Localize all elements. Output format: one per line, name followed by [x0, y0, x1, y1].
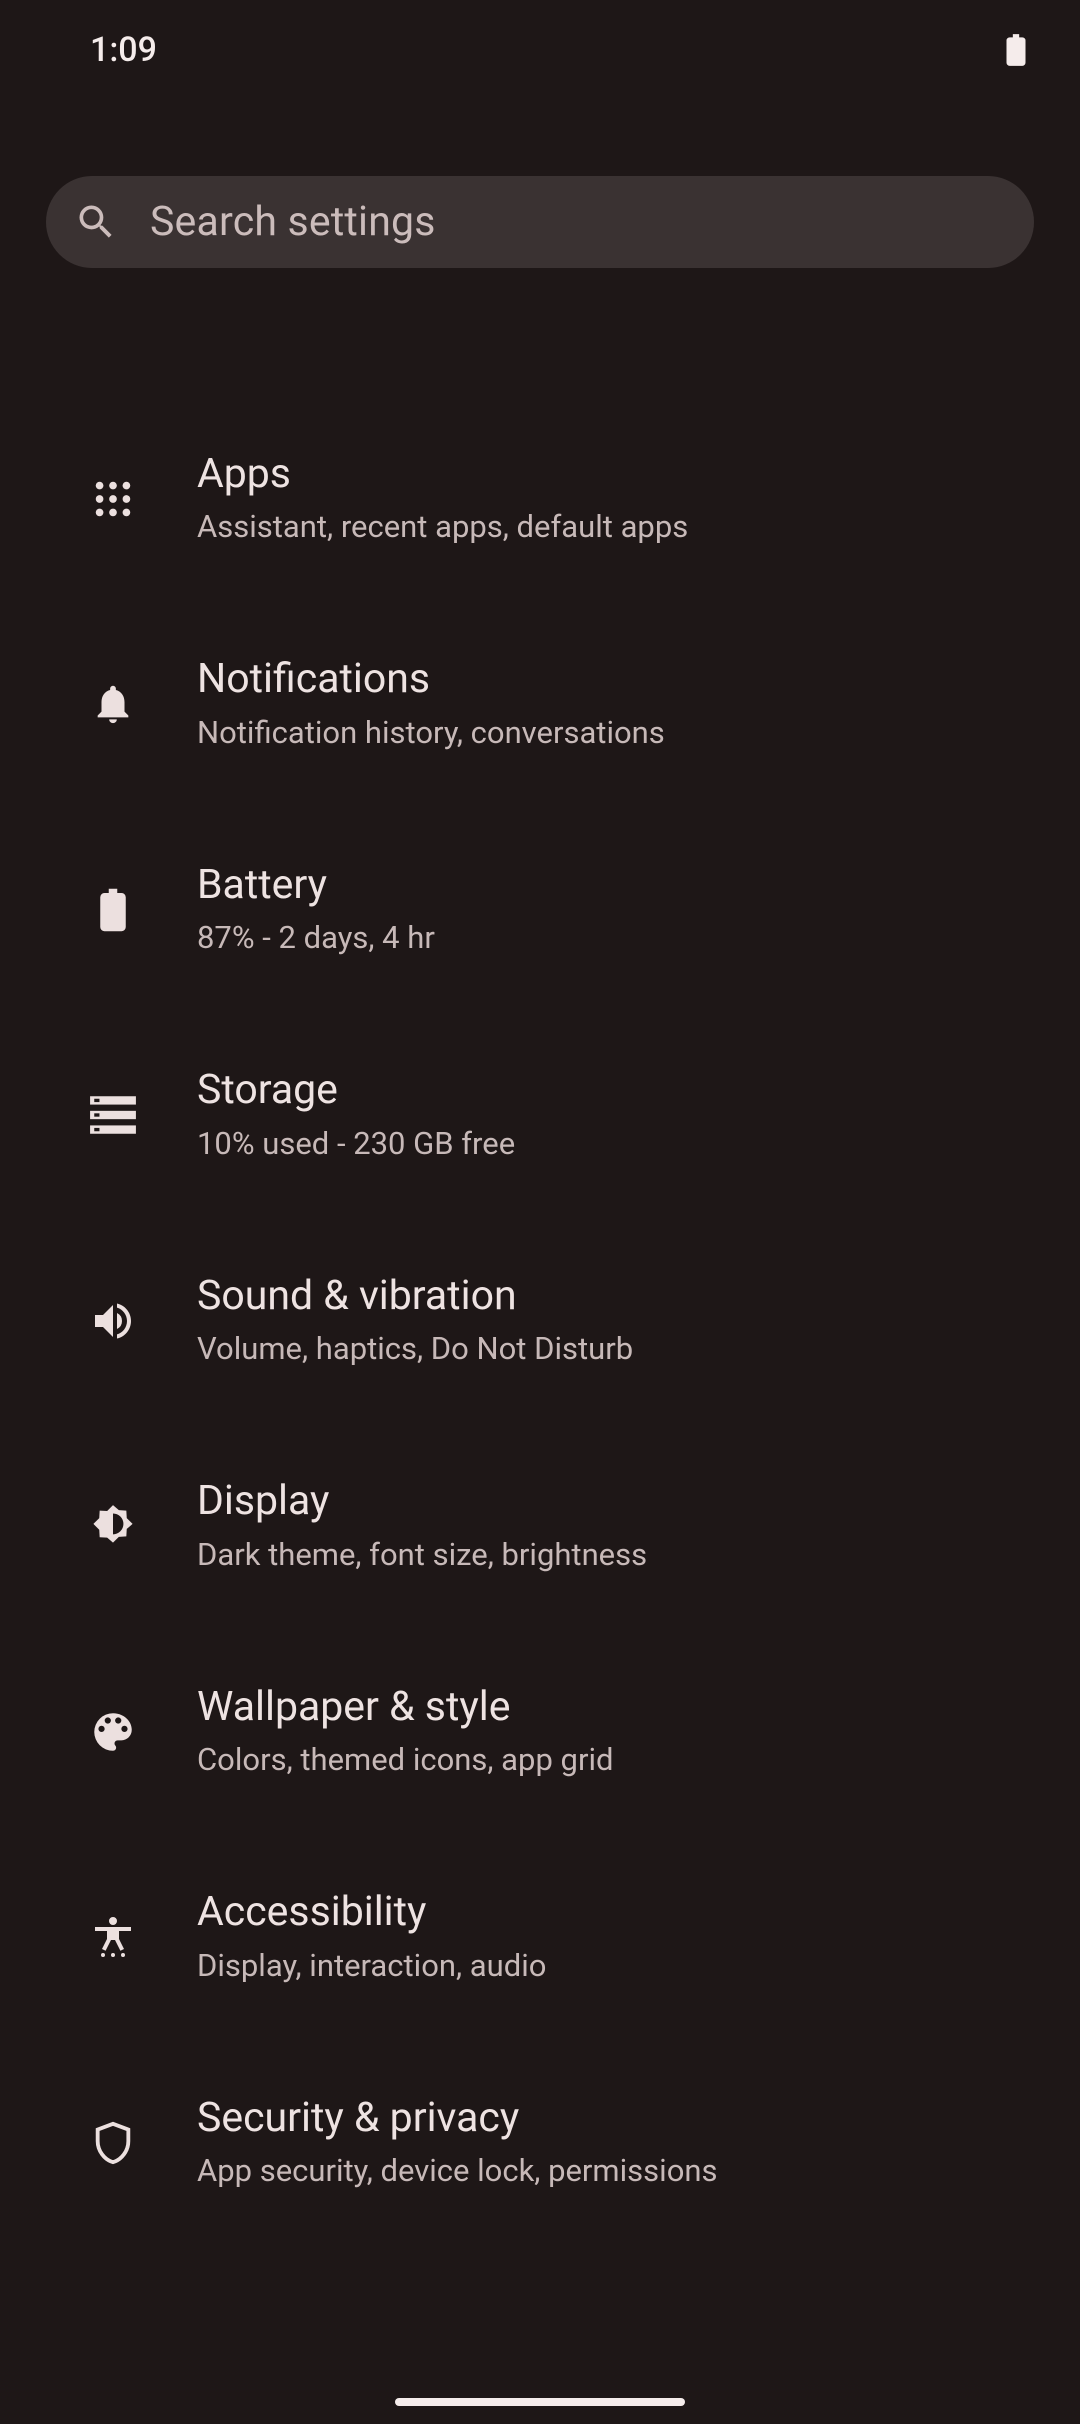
settings-item-subtitle: Dark theme, font size, brightness — [197, 1535, 1034, 1575]
settings-item-wallpaper[interactable]: Wallpaper & style Colors, themed icons, … — [0, 1629, 1080, 1834]
settings-item-display[interactable]: Display Dark theme, font size, brightnes… — [0, 1423, 1080, 1628]
settings-item-subtitle: Notification history, conversations — [197, 713, 1034, 753]
settings-item-subtitle: 10% used - 230 GB free — [197, 1124, 1034, 1164]
search-placeholder: Search settings — [150, 198, 436, 246]
palette-icon — [85, 1704, 141, 1760]
status-time: 1:09 — [90, 30, 157, 70]
shield-icon — [85, 2115, 141, 2171]
settings-item-battery[interactable]: Battery 87% - 2 days, 4 hr — [0, 807, 1080, 1012]
search-icon — [74, 200, 118, 244]
settings-item-subtitle: Colors, themed icons, app grid — [197, 1740, 1034, 1780]
storage-icon — [85, 1087, 141, 1143]
status-bar: 1:09 — [0, 0, 1080, 100]
battery-icon — [85, 882, 141, 938]
settings-item-subtitle: Assistant, recent apps, default apps — [197, 507, 1034, 547]
settings-item-title: Sound & vibration — [197, 1272, 1034, 1321]
settings-item-storage[interactable]: Storage 10% used - 230 GB free — [0, 1012, 1080, 1217]
settings-item-title: Battery — [197, 861, 1034, 910]
settings-item-security[interactable]: Security & privacy App security, device … — [0, 2040, 1080, 2245]
settings-list: Apps Assistant, recent apps, default app… — [0, 396, 1080, 2245]
settings-item-title: Notifications — [197, 655, 1034, 704]
settings-item-sound[interactable]: Sound & vibration Volume, haptics, Do No… — [0, 1218, 1080, 1423]
settings-item-title: Wallpaper & style — [197, 1683, 1034, 1732]
settings-item-subtitle: Volume, haptics, Do Not Disturb — [197, 1329, 1034, 1369]
home-indicator[interactable] — [395, 2398, 685, 2406]
display-icon — [85, 1498, 141, 1554]
settings-item-subtitle: App security, device lock, permissions — [197, 2151, 1034, 2191]
apps-icon — [85, 471, 141, 527]
battery-status-icon — [1002, 31, 1030, 69]
settings-item-title: Security & privacy — [197, 2094, 1034, 2143]
sound-icon — [85, 1293, 141, 1349]
settings-item-title: Display — [197, 1477, 1034, 1526]
settings-item-notifications[interactable]: Notifications Notification history, conv… — [0, 601, 1080, 806]
notifications-icon — [85, 676, 141, 732]
settings-item-subtitle: 87% - 2 days, 4 hr — [197, 918, 1034, 958]
search-settings[interactable]: Search settings — [46, 176, 1034, 268]
accessibility-icon — [85, 1909, 141, 1965]
settings-item-subtitle: Display, interaction, audio — [197, 1946, 1034, 1986]
settings-item-apps[interactable]: Apps Assistant, recent apps, default app… — [0, 396, 1080, 601]
settings-item-title: Accessibility — [197, 1888, 1034, 1937]
settings-item-accessibility[interactable]: Accessibility Display, interaction, audi… — [0, 1834, 1080, 2039]
settings-item-title: Storage — [197, 1066, 1034, 1115]
settings-item-title: Apps — [197, 450, 1034, 499]
